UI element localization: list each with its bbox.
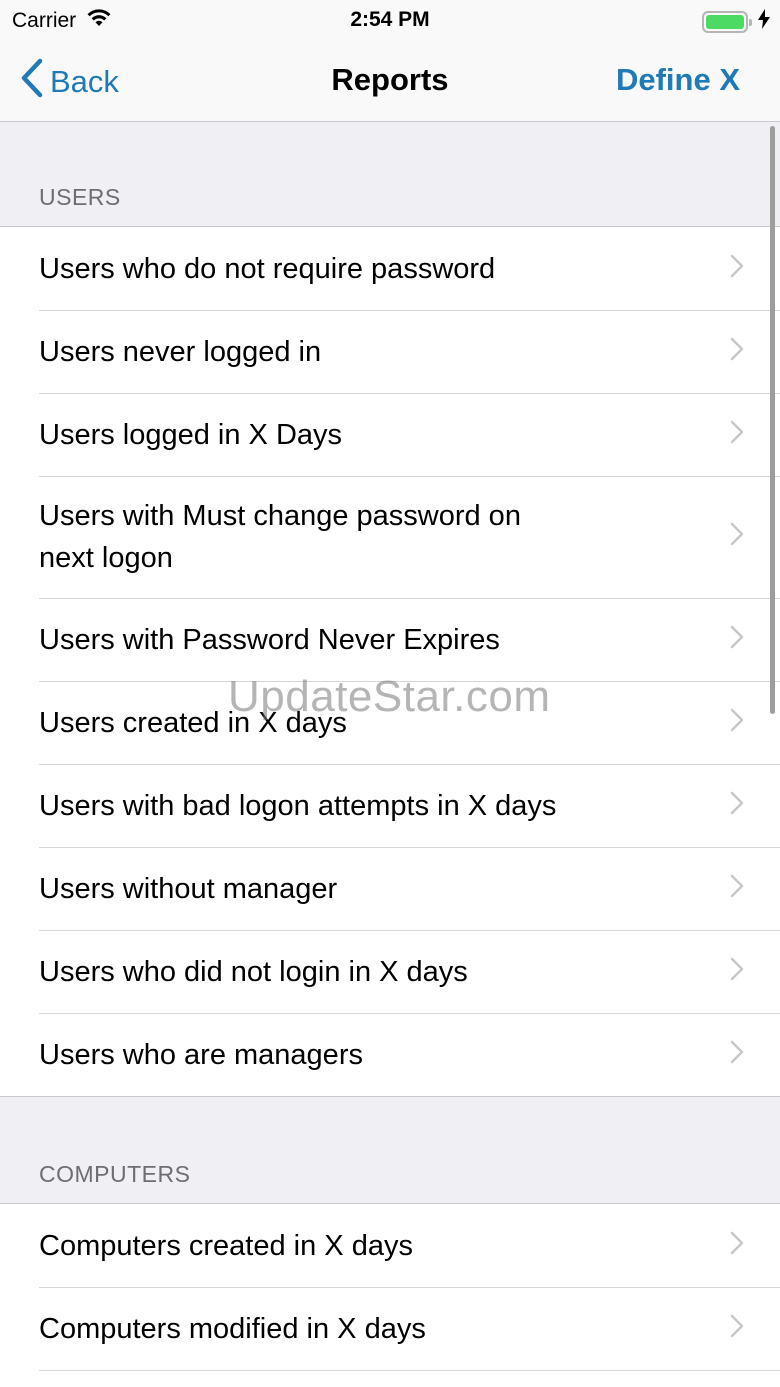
report-row[interactable] [0, 1370, 780, 1387]
scroll-indicator[interactable] [770, 126, 775, 714]
status-time: 2:54 PM [350, 8, 430, 31]
chevron-right-icon [730, 785, 744, 827]
report-row[interactable]: Computers modified in X days [0, 1287, 780, 1370]
report-row[interactable]: Users without manager [0, 847, 780, 930]
status-bar: Carrier 2:54 PM [0, 0, 780, 40]
report-row[interactable]: Users who are managers [0, 1013, 780, 1096]
report-row-label: Users logged in X Days [39, 418, 343, 451]
report-row[interactable]: Computers created in X days [0, 1204, 780, 1287]
report-row-label: Users without manager [39, 872, 338, 905]
computers-group: Computers created in X days Computers mo… [0, 1203, 780, 1387]
report-row-label: Users with bad logon attempts in X days [39, 789, 557, 822]
report-row-label: Users never logged in [39, 335, 322, 368]
battery-icon [702, 11, 752, 33]
report-row-label: Users who did not login in X days [39, 955, 468, 988]
chevron-right-icon [730, 1225, 744, 1267]
report-row[interactable]: Users who do not require password [0, 227, 780, 310]
reports-table[interactable]: USERS Users who do not require password … [0, 123, 780, 1387]
report-row-label: Computers modified in X days [39, 1312, 426, 1345]
report-row-label: Users who do not require password [39, 252, 496, 285]
report-row[interactable]: Users created in X days [0, 681, 780, 764]
chevron-right-icon [730, 951, 744, 993]
report-row-label: Computers created in X days [39, 1229, 413, 1262]
define-x-button[interactable]: Define X [616, 62, 740, 98]
chevron-right-icon [730, 516, 744, 558]
section-header-users: USERS [39, 184, 121, 210]
report-row[interactable]: Users with Must change password on next … [0, 476, 780, 598]
chevron-right-icon [730, 1308, 744, 1350]
battery-group [702, 9, 770, 35]
chevron-right-icon [730, 414, 744, 456]
chevron-right-icon [730, 1034, 744, 1076]
report-row-label: Users with Password Never Expires [39, 623, 500, 656]
chevron-right-icon [730, 248, 744, 290]
report-row[interactable]: Users logged in X Days [0, 393, 780, 476]
report-row[interactable]: Users never logged in [0, 310, 780, 393]
report-row-label: Users who are managers [39, 1038, 363, 1071]
report-row[interactable]: Users with Password Never Expires [0, 598, 780, 681]
report-row[interactable]: Users with bad logon attempts in X days [0, 764, 780, 847]
navigation-bar: Back Reports Define X [0, 40, 780, 122]
chevron-right-icon [730, 702, 744, 744]
section-header-computers: COMPUTERS [39, 1161, 191, 1187]
report-row[interactable]: Users who did not login in X days [0, 930, 780, 1013]
chevron-right-icon [730, 619, 744, 661]
chevron-right-icon [730, 331, 744, 373]
chevron-right-icon [730, 868, 744, 910]
report-row-label: Users with Must change password on next … [39, 500, 521, 574]
charging-bolt-icon [758, 9, 770, 35]
report-row-label: Users created in X days [39, 706, 347, 739]
users-group: Users who do not require password Users … [0, 226, 780, 1097]
